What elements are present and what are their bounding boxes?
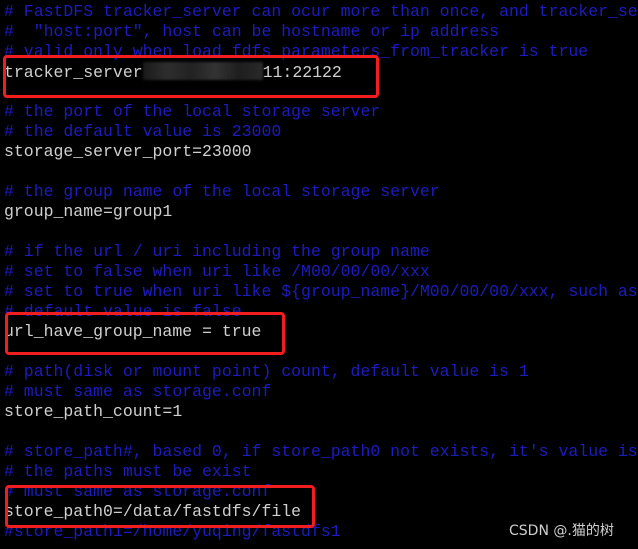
comment-line: # set to true when uri like ${group_name… bbox=[4, 282, 638, 302]
config-line: storage_server_port=23000 bbox=[4, 142, 638, 162]
comment-line: # set to false when uri like /M00/00/00/… bbox=[4, 262, 638, 282]
comment-line: # "host:port", host can be hostname or i… bbox=[4, 22, 638, 42]
line-text: # set to false when uri like /M00/00/00/… bbox=[4, 262, 430, 281]
line-text: # if the url / uri including the group n… bbox=[4, 242, 430, 261]
watermark: CSDN @.猫的树 bbox=[509, 523, 614, 539]
highlight-tracker-server bbox=[3, 55, 379, 98]
line-text: # store_path#, based 0, if store_path0 n… bbox=[4, 442, 638, 461]
line-text: # set to true when uri like ${group_name… bbox=[4, 282, 638, 301]
highlight-url-have-group-name bbox=[5, 312, 285, 355]
config-line: store_path_count=1 bbox=[4, 402, 638, 422]
line-text: # the group name of the local storage se… bbox=[4, 182, 440, 201]
comment-line: # the default value is 23000 bbox=[4, 122, 638, 142]
comment-line: # FastDFS tracker_server can ocur more t… bbox=[4, 2, 638, 22]
line-text: # the port of the local storage server bbox=[4, 102, 381, 121]
comment-line: # the group name of the local storage se… bbox=[4, 182, 638, 202]
comment-line: # the port of the local storage server bbox=[4, 102, 638, 122]
line-text: storage_server_port=23000 bbox=[4, 142, 252, 161]
line-text: # path(disk or mount point) count, defau… bbox=[4, 362, 529, 381]
line-text: # FastDFS tracker_server can ocur more t… bbox=[4, 2, 638, 21]
comment-line: # if the url / uri including the group n… bbox=[4, 242, 638, 262]
comment-line: # store_path#, based 0, if store_path0 n… bbox=[4, 442, 638, 462]
line-text: # the paths must be exist bbox=[4, 462, 252, 481]
comment-line: # must same as storage.conf bbox=[4, 382, 638, 402]
line-text: # "host:port", host can be hostname or i… bbox=[4, 22, 500, 41]
highlight-store-path0 bbox=[5, 485, 315, 528]
comment-line: # path(disk or mount point) count, defau… bbox=[4, 362, 638, 382]
config-line: group_name=group1 bbox=[4, 202, 638, 222]
line-text: store_path_count=1 bbox=[4, 402, 183, 421]
line-text: # the default value is 23000 bbox=[4, 122, 282, 141]
line-text: group_name=group1 bbox=[4, 202, 173, 221]
line-text: # must same as storage.conf bbox=[4, 382, 272, 401]
comment-line: # the paths must be exist bbox=[4, 462, 638, 482]
